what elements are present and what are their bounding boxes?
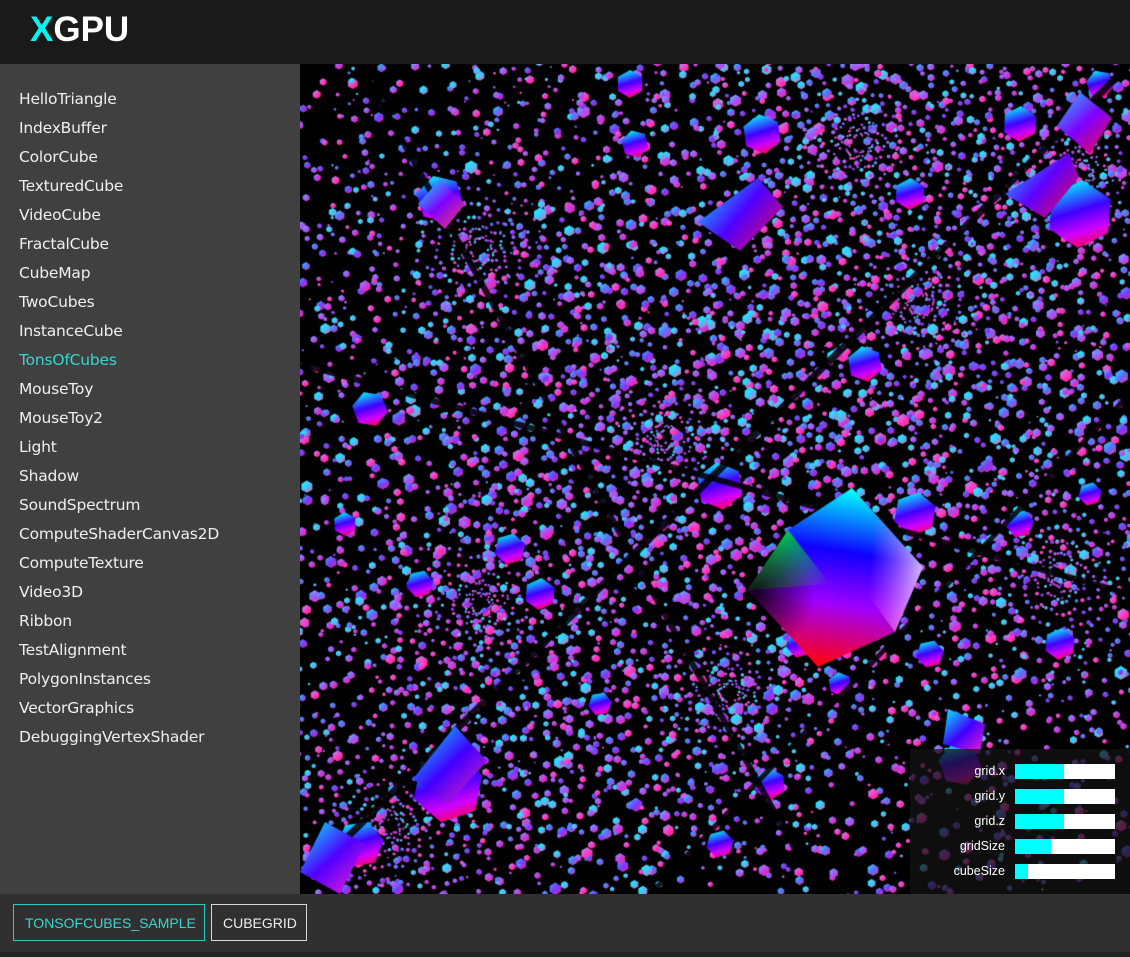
control-label: grid.x [974,764,1005,778]
control-slider-grid-y[interactable] [1015,789,1115,804]
sidebar-item-shadow[interactable]: Shadow [0,464,300,493]
control-slider-grid-x[interactable] [1015,764,1115,779]
control-slider-fill [1015,814,1064,829]
sidebar-item-computetexture[interactable]: ComputeTexture [0,551,300,580]
control-row-grid-z: grid.z [910,814,1130,829]
sidebar-item-computeshadercanvas2d[interactable]: ComputeShaderCanvas2D [0,522,300,551]
control-slider-fill [1015,864,1028,879]
sidebar-item-soundspectrum[interactable]: SoundSpectrum [0,493,300,522]
sample-sidebar: HelloTriangle IndexBuffer ColorCube Texture… [0,64,300,894]
app-logo[interactable]: XGPU [30,10,129,50]
control-row-gridsize: gridSize [910,839,1130,854]
sidebar-item-hellotriangle[interactable]: HelloTriangle [0,87,300,116]
sidebar-item-mousetoy2[interactable]: MouseToy2 [0,406,300,435]
sample-list: HelloTriangle IndexBuffer ColorCube Texture… [0,64,300,754]
control-slider-fill [1015,789,1064,804]
control-label: cubeSize [953,864,1005,878]
sidebar-item-light[interactable]: Light [0,435,300,464]
sidebar-item-vectorgraphics[interactable]: VectorGraphics [0,696,300,725]
sidebar-item-ribbon[interactable]: Ribbon [0,609,300,638]
app-header: XGPU [0,0,1130,64]
control-label: grid.y [974,789,1005,803]
sidebar-item-instancecube[interactable]: InstanceCube [0,319,300,348]
control-row-grid-y: grid.y [910,789,1130,804]
sidebar-item-fractalcube[interactable]: FractalCube [0,232,300,261]
control-row-grid-x: grid.x [910,764,1130,779]
sidebar-item-debuggingvertexshader[interactable]: DebuggingVertexShader [0,725,300,754]
sidebar-item-video3d[interactable]: Video3D [0,580,300,609]
control-slider-fill [1015,839,1051,854]
sidebar-item-texturedcube[interactable]: TexturedCube [0,174,300,203]
footer-strip [0,952,1130,957]
sidebar-item-videocube[interactable]: VideoCube [0,203,300,232]
sidebar-item-colorcube[interactable]: ColorCube [0,145,300,174]
sidebar-item-tonsofcubes[interactable]: TonsOfCubes [0,348,300,377]
control-slider-grid-z[interactable] [1015,814,1115,829]
sidebar-item-testalignment[interactable]: TestAlignment [0,638,300,667]
sidebar-item-mousetoy[interactable]: MouseToy [0,377,300,406]
control-row-cubesize: cubeSize [910,864,1130,879]
control-slider-fill [1015,764,1064,779]
sidebar-item-polygoninstances[interactable]: PolygonInstances [0,667,300,696]
control-slider-cubesize[interactable] [1015,864,1115,879]
logo-accent: X [30,10,54,49]
sidebar-item-cubemap[interactable]: CubeMap [0,261,300,290]
control-label: grid.z [974,814,1005,828]
logo-text: GPU [53,10,130,49]
control-slider-gridsize[interactable] [1015,839,1115,854]
tab-cubegrid[interactable]: CUBEGRID [211,904,307,941]
sidebar-item-twocubes[interactable]: TwoCubes [0,290,300,319]
webgpu-canvas-container: grid.x grid.y grid.z gridSize cubeSize [300,64,1130,894]
tab-tonsofcubes-sample[interactable]: TONSOFCUBES_SAMPLE [13,904,205,941]
parameter-controls-panel: grid.x grid.y grid.z gridSize cubeSize [910,749,1130,894]
source-tabs-bar: TONSOFCUBES_SAMPLE CUBEGRID [0,894,1130,952]
control-label: gridSize [959,839,1005,853]
sidebar-item-indexbuffer[interactable]: IndexBuffer [0,116,300,145]
